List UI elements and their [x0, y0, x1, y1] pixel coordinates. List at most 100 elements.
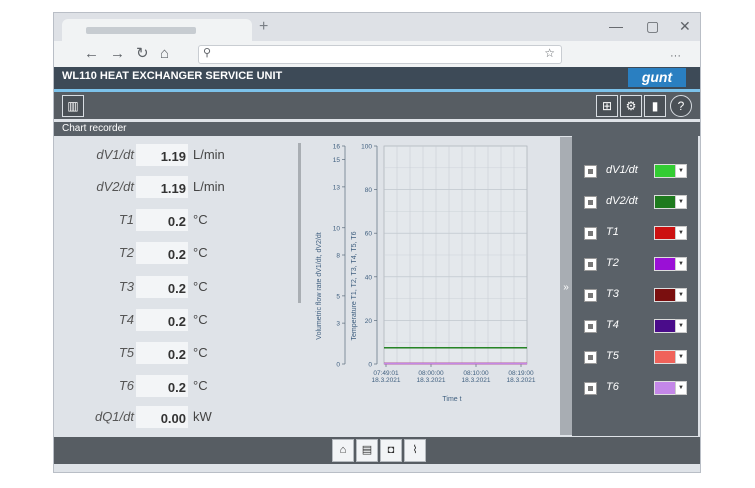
chevron-down-icon[interactable]: ▼ [675, 257, 687, 271]
reload-icon[interactable]: ↻ [136, 45, 149, 63]
measurement-value: 1.19 [136, 144, 188, 166]
chart-recorder-icon[interactable]: ⌇ [404, 439, 426, 462]
browser-tab[interactable] [62, 19, 252, 41]
measurement-row: dV1/dt 1.19 L/min [54, 144, 304, 166]
x-tick-label-time: 08:00:00 [418, 370, 444, 377]
legend-label: T2 [606, 257, 619, 269]
legend-checkbox[interactable] [584, 289, 597, 302]
new-tab-button[interactable]: + [259, 19, 268, 35]
measurement-unit: °C [193, 345, 208, 360]
close-button[interactable]: ✕ [679, 18, 691, 34]
panel-splitter[interactable] [298, 143, 301, 303]
legend-item: T5 ▼ [584, 349, 694, 365]
measurement-unit: °C [193, 212, 208, 227]
measurement-unit: L/min [193, 179, 225, 194]
home-icon[interactable]: ⌂ [160, 45, 169, 63]
y1-tick-label: 8 [336, 253, 340, 260]
y2-tick-label: 0 [368, 362, 372, 369]
x-tick-label-date: 18.3.2021 [372, 377, 401, 384]
menu-icon[interactable]: ··· [670, 47, 681, 65]
y1-tick-label: 15 [333, 157, 341, 164]
color-swatch[interactable] [654, 195, 676, 209]
legend-checkbox[interactable] [584, 196, 597, 209]
color-swatch[interactable] [654, 350, 676, 364]
measurement-label: dV2/dt [96, 179, 134, 194]
bottom-navigation: ⌂ ▤ ◘ ⌇ [54, 437, 700, 464]
chevron-down-icon[interactable]: ▼ [675, 195, 687, 209]
measurement-row: dV2/dt 1.19 L/min [54, 176, 304, 198]
chart-recorder-icon[interactable]: ▥ [62, 95, 84, 117]
address-bar[interactable]: ⚲ ☆ [198, 45, 562, 64]
measurement-label: T6 [118, 378, 134, 393]
home-icon[interactable]: ⌂ [332, 439, 354, 462]
color-swatch[interactable] [654, 226, 676, 240]
y2-axis-title: Temperature T1, T2, T3, T4, T5, T6 [351, 231, 358, 340]
chevron-down-icon[interactable]: ▼ [675, 319, 687, 333]
color-swatch[interactable] [654, 319, 676, 333]
measurement-label: T4 [118, 312, 134, 327]
tab-title-placeholder [86, 27, 196, 34]
forward-icon[interactable]: → [110, 45, 125, 63]
legend-label: T1 [606, 226, 619, 238]
color-swatch[interactable] [654, 164, 676, 178]
search-icon: ⚲ [203, 47, 212, 59]
legend-label: T4 [606, 319, 619, 331]
settings-icon[interactable]: ⚙ [620, 95, 642, 117]
legend-checkbox[interactable] [584, 165, 597, 178]
legend-checkbox[interactable] [584, 382, 597, 395]
color-swatch[interactable] [654, 381, 676, 395]
legend-checkbox[interactable] [584, 227, 597, 240]
measurement-row: T3 0.2 °C [54, 276, 304, 298]
color-swatch[interactable] [654, 288, 676, 302]
x-tick-label-date: 18.3.2021 [507, 377, 536, 384]
legend-item: T4 ▼ [584, 318, 694, 334]
network-icon[interactable]: ⊞ [596, 95, 618, 117]
measurement-value: 0.2 [136, 342, 188, 364]
help-icon[interactable]: ? [670, 95, 692, 117]
x-tick-label-time: 08:19:00 [508, 370, 534, 377]
measurement-label: T2 [118, 245, 134, 260]
chevron-down-icon[interactable]: ▼ [675, 164, 687, 178]
back-icon[interactable]: ← [84, 45, 99, 63]
chevron-right-icon: » [563, 282, 569, 293]
star-icon[interactable]: ☆ [544, 46, 555, 60]
camera-icon[interactable]: ◘ [380, 439, 402, 462]
measurement-value: 0.2 [136, 209, 188, 231]
legend-checkbox[interactable] [584, 258, 597, 271]
app-title: WL110 HEAT EXCHANGER SERVICE UNIT [62, 70, 283, 82]
x-tick-label-date: 18.3.2021 [462, 377, 491, 384]
minimize-button[interactable]: — [609, 18, 623, 34]
legend-checkbox[interactable] [584, 351, 597, 364]
y2-tick-label: 80 [365, 187, 373, 194]
chevron-down-icon[interactable]: ▼ [675, 350, 687, 364]
measurement-row: T4 0.2 °C [54, 309, 304, 331]
measurement-row: T1 0.2 °C [54, 209, 304, 231]
legend-item: T6 ▼ [584, 380, 694, 396]
chevron-down-icon[interactable]: ▼ [675, 226, 687, 240]
chevron-down-icon[interactable]: ▼ [675, 381, 687, 395]
collapse-legend-button[interactable]: » [560, 137, 572, 435]
legend-item: T2 ▼ [584, 256, 694, 272]
measurement-value: 0.00 [136, 406, 188, 428]
diagram-icon[interactable]: ▤ [356, 439, 378, 462]
legend-item: dV1/dt ▼ [584, 163, 694, 179]
chart-area: Volumetric flow rate dV1/dt, dV2/dt Temp… [307, 136, 559, 436]
color-swatch[interactable] [654, 257, 676, 271]
measurement-value: 0.2 [136, 276, 188, 298]
y2-tick-label: 20 [365, 318, 373, 325]
legend-checkbox[interactable] [584, 320, 597, 333]
legend-panel: dV1/dt ▼ dV2/dt ▼ T1 ▼ T2 ▼ T3 ▼ T4 ▼ T5… [572, 136, 698, 436]
legend-label: T3 [606, 288, 619, 300]
measurement-label: dQ1/dt [94, 409, 134, 424]
measurement-row: T5 0.2 °C [54, 342, 304, 364]
y1-tick-label: 5 [336, 293, 340, 300]
device-icon[interactable]: ▮ [644, 95, 666, 117]
maximize-button[interactable]: ▢ [646, 18, 659, 34]
y2-tick-label: 60 [365, 231, 373, 238]
measurement-unit: °C [193, 378, 208, 393]
y2-tick-label: 100 [361, 144, 372, 151]
chevron-down-icon[interactable]: ▼ [675, 288, 687, 302]
measurement-label: T3 [118, 279, 134, 294]
measurement-panel: dV1/dt 1.19 L/min dV2/dt 1.19 L/min T1 0… [54, 136, 304, 436]
legend-item: T1 ▼ [584, 225, 694, 241]
